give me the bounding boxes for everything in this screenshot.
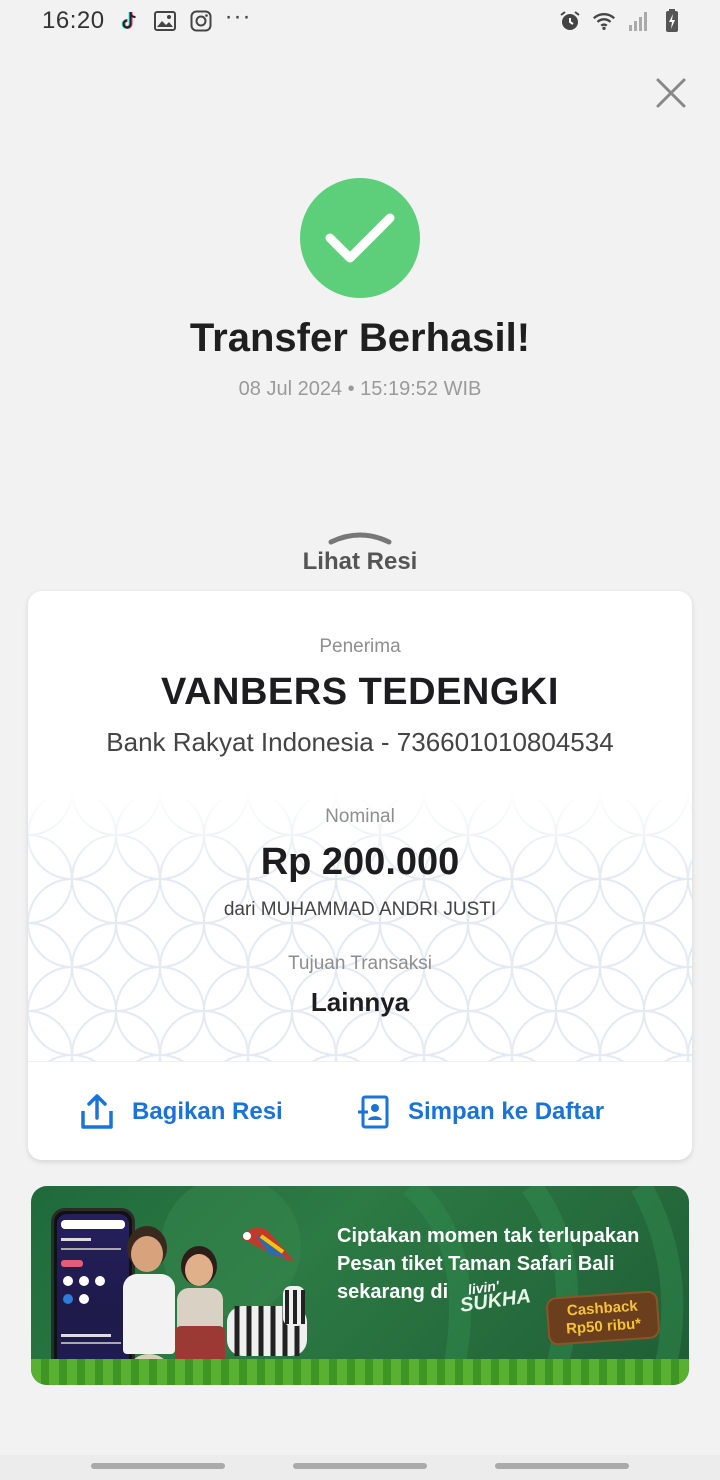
amount-label: Nominal	[325, 806, 395, 827]
promo-banner[interactable]: Ciptakan momen tak terlupakan Pesan tike…	[31, 1186, 689, 1385]
recipient-bank-account: Bank Rakyat Indonesia - 736601010804534	[106, 727, 614, 757]
status-time: 16:20	[42, 7, 105, 34]
transaction-datetime: 08 Jul 2024 • 15:19:52 WIB	[238, 378, 482, 400]
banner-line-1: Ciptakan momen tak terlupakan	[337, 1225, 640, 1247]
notification-icons: ···	[117, 5, 252, 33]
transfer-amount: Rp 200.000	[260, 841, 460, 883]
instagram-icon	[189, 9, 213, 33]
share-icon	[81, 1094, 113, 1129]
receipt-card: Penerima VANBERS TEDENGKI Bank Rakyat In…	[28, 591, 692, 1160]
share-receipt-button[interactable]: Bagikan Resi	[80, 1094, 283, 1130]
home-button[interactable]	[293, 1463, 427, 1469]
wifi-icon	[592, 9, 616, 33]
battery-charging-icon	[660, 9, 684, 33]
view-receipt-label: Lihat Resi	[302, 548, 418, 575]
view-receipt-toggle[interactable]: Lihat Resi	[260, 528, 460, 578]
purpose-label: Tujuan Transaksi	[288, 953, 432, 974]
sender-name: dari MUHAMMAD ANDRI JUSTI	[223, 899, 497, 920]
signal-icon	[626, 9, 650, 33]
gallery-icon	[153, 9, 177, 33]
close-button[interactable]	[650, 72, 692, 114]
save-to-list-label: Simpan ke Daftar	[408, 1098, 605, 1125]
success-badge	[300, 178, 420, 298]
close-icon	[656, 78, 686, 108]
status-bar: 16:20 ···	[0, 0, 720, 42]
decorative-pattern	[28, 791, 692, 1061]
cashback-badge: Cashback Rp50 ribu*	[545, 1290, 661, 1346]
system-icons	[558, 9, 684, 33]
banner-line-2: Pesan tiket Taman Safari Bali	[337, 1253, 615, 1275]
tiktok-icon	[117, 9, 141, 33]
cashback-amount: Rp50 ribu*	[565, 1315, 642, 1338]
add-contact-icon	[358, 1095, 389, 1129]
back-button[interactable]	[495, 1463, 629, 1469]
chevron-up-icon	[328, 532, 392, 545]
page-title: Transfer Berhasil!	[189, 316, 531, 360]
check-icon	[325, 213, 395, 263]
recipient-name: VANBERS TEDENGKI	[161, 671, 559, 713]
alarm-icon	[558, 9, 582, 33]
recipient-label: Penerima	[319, 636, 401, 657]
more-notifications-icon: ···	[224, 3, 252, 30]
save-to-list-button[interactable]: Simpan ke Daftar	[356, 1094, 604, 1130]
transaction-purpose: Lainnya	[310, 987, 410, 1017]
recent-apps-button[interactable]	[91, 1463, 225, 1469]
share-receipt-label: Bagikan Resi	[132, 1098, 283, 1125]
grass-decoration	[31, 1359, 689, 1385]
receipt-actions: Bagikan Resi Simpan ke Daftar	[28, 1061, 692, 1160]
parrot-illustration	[241, 1227, 295, 1262]
system-navigation-bar	[0, 1455, 720, 1480]
